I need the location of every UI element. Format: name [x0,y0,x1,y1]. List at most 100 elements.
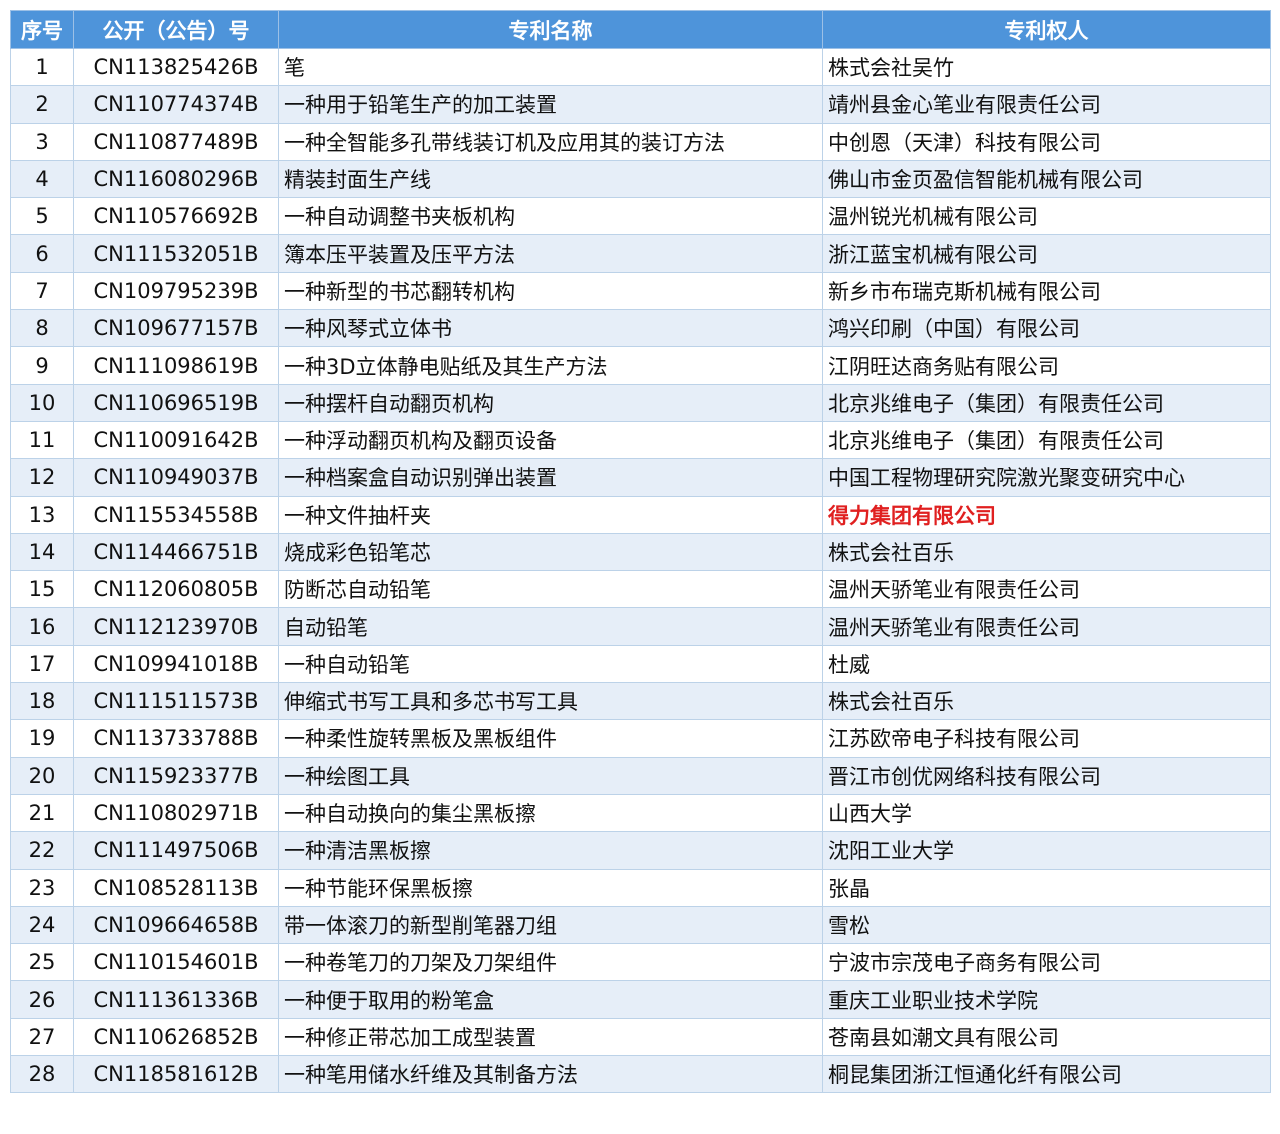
table-row: 19 CN113733788B 一种柔性旋转黑板及黑板组件 江苏欧帝电子科技有限公司 [10,719,1271,758]
header-patent-owner: 专利权人 [822,10,1271,49]
patent-name-cell: 伸缩式书写工具和多芯书写工具 [278,682,823,721]
publication-number-cell: CN109664658B [73,905,279,945]
table-row: 4 CN116080296B 精装封面生产线 佛山市金页盈信智能机械有限公司 [10,159,1271,199]
patent-name-cell: 精装封面生产线 [278,159,823,199]
patent-owner-cell: 张晶 [822,868,1271,907]
publication-number-cell: CN110154601B [73,943,279,982]
row-number-cell: 9 [10,346,74,385]
publication-number-cell: CN116080296B [73,159,279,199]
publication-number-cell: CN110626852B [73,1017,279,1057]
row-number-cell: 26 [10,980,74,1019]
patent-name-cell: 一种摆杆自动翻页机构 [278,383,823,422]
patent-owner-cell: 株式会社百乐 [822,682,1271,721]
patent-owner-cell: 山西大学 [822,793,1271,833]
patent-name-cell: 带一体滚刀的新型削笔器刀组 [278,905,823,945]
publication-number-cell: CN115923377B [73,756,279,795]
table-row: 13 CN115534558B 一种文件抽杆夹 得力集团有限公司 [10,495,1271,534]
table-row: 22 CN111497506B 一种清洁黑板擦 沈阳工业大学 [10,831,1271,870]
patent-name-cell: 一种节能环保黑板擦 [278,868,823,907]
table-row: 28 CN118581612B 一种笔用储水纤维及其制备方法 桐昆集团浙江恒通化纤有限… [10,1055,1271,1094]
patent-owner-cell: 杜威 [822,644,1271,684]
patent-name-cell: 一种浮动翻页机构及翻页设备 [278,420,823,460]
publication-number-cell: CN110774374B [73,85,279,124]
patent-name-cell: 一种自动铅笔 [278,644,823,684]
row-number-cell: 27 [10,1017,74,1057]
row-number-cell: 25 [10,943,74,982]
table-row: 1 CN113825426B 笔株式会社吴竹 [10,47,1271,87]
patent-name-cell: 一种绘图工具 [278,756,823,795]
patent-owner-cell: 株式会社吴竹 [822,47,1271,87]
table-row: 12 CN110949037B 一种档案盒自动识别弹出装置 中国工程物理研究院激光聚变… [10,458,1271,497]
publication-number-cell: CN111511573B [73,682,279,721]
patent-name-cell: 笔 [278,47,823,87]
patent-name-cell: 一种自动换向的集尘黑板擦 [278,793,823,833]
patent-owner-cell: 温州天骄笔业有限责任公司 [822,607,1271,646]
publication-number-cell: CN108528113B [73,868,279,907]
row-number-cell: 10 [10,383,74,422]
patent-owner-cell: 北京兆维电子（集团）有限责任公司 [822,420,1271,460]
row-number-cell: 28 [10,1055,74,1094]
row-number-cell: 15 [10,570,74,609]
patent-owner-cell: 江阴旺达商务贴有限公司 [822,346,1271,385]
patent-name-cell: 一种柔性旋转黑板及黑板组件 [278,719,823,758]
publication-number-cell: CN109677157B [73,309,279,348]
publication-number-cell: CN111361336B [73,980,279,1019]
row-number-cell: 21 [10,793,74,833]
patent-name-cell: 防断芯自动铅笔 [278,570,823,609]
publication-number-cell: CN110949037B [73,458,279,497]
publication-number-cell: CN109795239B [73,271,279,311]
table-row: 21 CN110802971B 一种自动换向的集尘黑板擦 山西大学 [10,793,1271,833]
table-header: 序号 公开（公告）号 专利名称 专利权人 [10,10,1271,49]
table-row: 15 CN112060805B 防断芯自动铅笔 温州天骄笔业有限责任公司 [10,570,1271,609]
patent-owner-cell: 中创恩（天津）科技有限公司 [822,122,1271,161]
publication-number-cell: CN109941018B [73,644,279,684]
patent-name-cell: 一种清洁黑板擦 [278,831,823,870]
publication-number-cell: CN110576692B [73,197,279,236]
row-number-cell: 2 [10,85,74,124]
header-publication-number: 公开（公告）号 [73,10,279,49]
table-row: 16 CN112123970B 自动铅笔 温州天骄笔业有限责任公司 [10,607,1271,646]
patent-owner-cell: 重庆工业职业技术学院 [822,980,1271,1019]
table-row: 11 CN110091642B 一种浮动翻页机构及翻页设备 北京兆维电子（集团）有限责… [10,420,1271,460]
row-number-cell: 5 [10,197,74,236]
publication-number-cell: CN113825426B [73,47,279,87]
row-number-cell: 17 [10,644,74,684]
table-row: 20 CN115923377B 一种绘图工具 晋江市创优网络科技有限公司 [10,756,1271,795]
row-number-cell: 1 [10,47,74,87]
table-row: 6 CN111532051B 簿本压平装置及压平方法 浙江蓝宝机械有限公司 [10,234,1271,273]
row-number-cell: 4 [10,159,74,199]
publication-number-cell: CN118581612B [73,1055,279,1094]
row-number-cell: 23 [10,868,74,907]
patent-table-container: 序号 公开（公告）号 专利名称 专利权人 1 CN113825426B 笔株式会社吴… [10,10,1271,1094]
row-number-cell: 16 [10,607,74,646]
patent-owner-cell: 沈阳工业大学 [822,831,1271,870]
patent-owner-cell: 北京兆维电子（集团）有限责任公司 [822,383,1271,422]
row-number-cell: 19 [10,719,74,758]
row-number-cell: 13 [10,495,74,534]
publication-number-cell: CN115534558B [73,495,279,534]
publication-number-cell: CN111098619B [73,346,279,385]
table-row: 26 CN111361336B 一种便于取用的粉笔盒 重庆工业职业技术学院 [10,980,1271,1019]
patent-owner-cell: 桐昆集团浙江恒通化纤有限公司 [822,1055,1271,1094]
row-number-cell: 6 [10,234,74,273]
patent-owner-cell: 苍南县如潮文具有限公司 [822,1017,1271,1057]
patent-name-cell: 一种便于取用的粉笔盒 [278,980,823,1019]
patent-name-cell: 一种自动调整书夹板机构 [278,197,823,236]
row-number-cell: 12 [10,458,74,497]
table-row: 8 CN109677157B 一种风琴式立体书 鸿兴印刷（中国）有限公司 [10,309,1271,348]
row-number-cell: 24 [10,905,74,945]
patent-owner-cell: 温州天骄笔业有限责任公司 [822,570,1271,609]
table-row: 10 CN110696519B 一种摆杆自动翻页机构 北京兆维电子（集团）有限责任公司 [10,383,1271,422]
patent-name-cell: 一种卷笔刀的刀架及刀架组件 [278,943,823,982]
publication-number-cell: CN110802971B [73,793,279,833]
patent-name-cell: 烧成彩色铅笔芯 [278,532,823,572]
patent-owner-cell: 佛山市金页盈信智能机械有限公司 [822,159,1271,199]
patent-owner-cell: 鸿兴印刷（中国）有限公司 [822,309,1271,348]
patent-owner-cell: 得力集团有限公司 [822,495,1271,534]
table-row: 18 CN111511573B 伸缩式书写工具和多芯书写工具 株式会社百乐 [10,682,1271,721]
patent-name-cell: 一种文件抽杆夹 [278,495,823,534]
table-row: 5 CN110576692B 一种自动调整书夹板机构 温州锐光机械有限公司 [10,197,1271,236]
header-row: 序号 公开（公告）号 专利名称 专利权人 [10,10,1271,49]
patent-owner-cell: 宁波市宗茂电子商务有限公司 [822,943,1271,982]
table-row: 24 CN109664658B 带一体滚刀的新型削笔器刀组 雪松 [10,905,1271,945]
